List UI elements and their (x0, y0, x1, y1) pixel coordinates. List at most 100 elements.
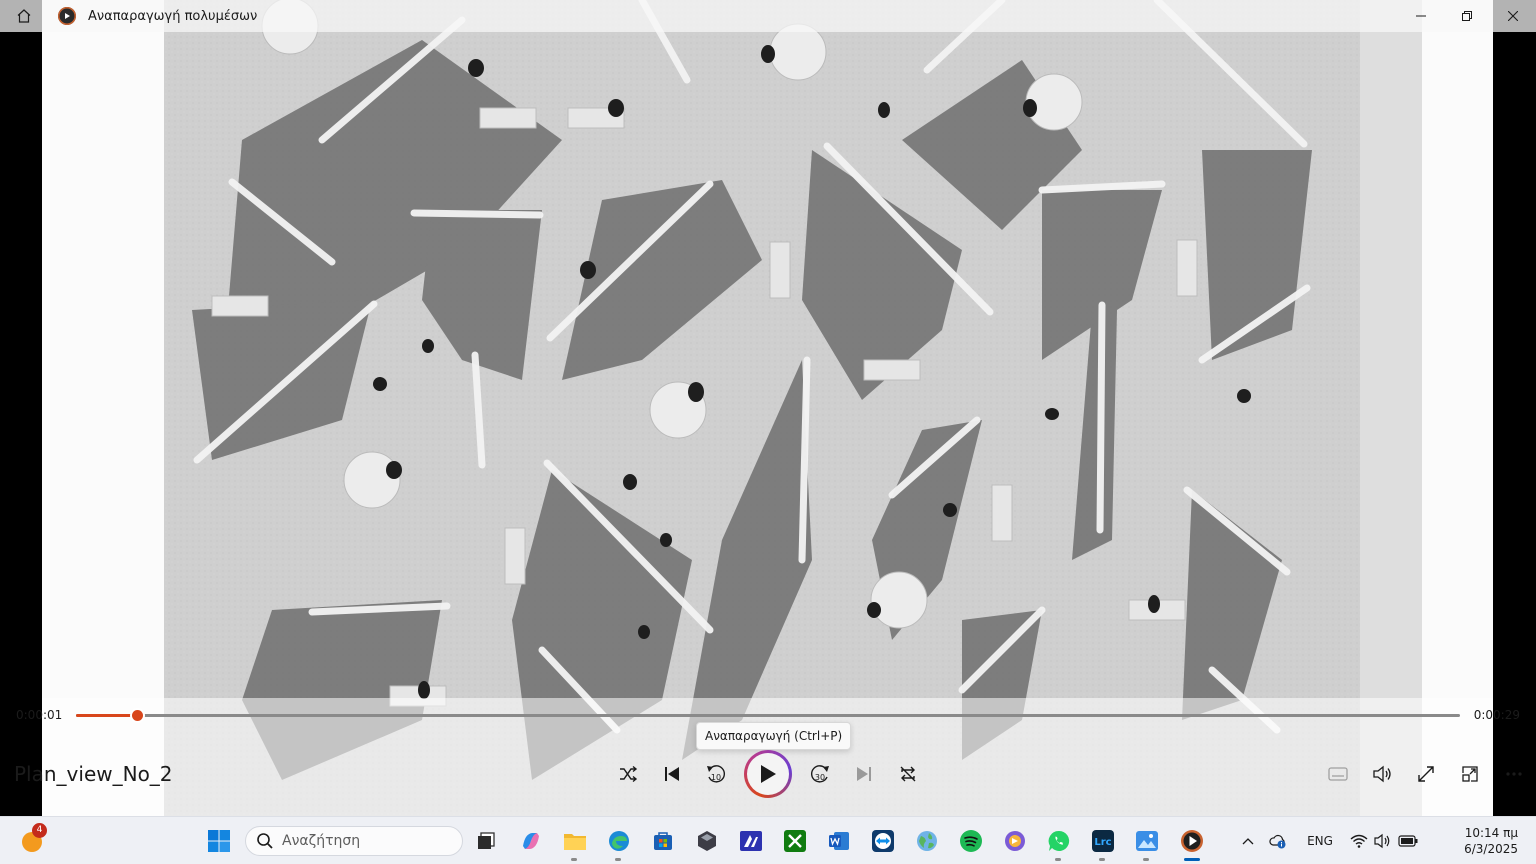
seek-progress (76, 714, 137, 717)
taskbar-whatsapp[interactable] (1043, 825, 1075, 861)
previous-button[interactable] (656, 758, 688, 790)
miniplayer-button[interactable] (1448, 758, 1492, 790)
weather-badge: 4 (32, 823, 47, 838)
globe-icon (917, 831, 937, 851)
copilot-icon (523, 833, 539, 849)
taskbar-file-explorer[interactable] (559, 825, 591, 861)
spotify-icon (960, 830, 982, 852)
screen: Αναπαραγωγή πολυμέσων 0:00:01 0:00:29 Αν… (0, 0, 1536, 864)
task-view-icon (478, 832, 495, 849)
search-icon (257, 833, 273, 849)
folder-icon (564, 834, 586, 850)
running-indicator (1055, 858, 1061, 861)
taskbar-lightroom[interactable]: Lrc (1087, 825, 1119, 861)
media-player-icon (1181, 830, 1203, 852)
shuffle-button[interactable] (612, 758, 644, 790)
taskbar-wireframe-app[interactable] (691, 825, 723, 857)
home-icon (17, 9, 31, 23)
total-time: 0:00:29 (1473, 708, 1520, 722)
lightroom-label: Lrc (1094, 837, 1111, 848)
taskbar-copilot[interactable] (515, 825, 547, 857)
tray-defender-button[interactable] (1266, 829, 1290, 853)
weather-widget[interactable]: 4 (20, 823, 47, 853)
taskbar-microsoft-store[interactable] (647, 825, 679, 857)
show-hidden-icons-button[interactable] (1236, 829, 1260, 853)
close-icon (1508, 11, 1518, 21)
taskbar-task-view[interactable] (470, 825, 502, 857)
taskbar-edge[interactable] (603, 825, 635, 861)
elapsed-time: 0:00:01 (16, 708, 63, 722)
clock-button[interactable]: 10:14 πμ 6/3/2025 (1464, 825, 1518, 857)
video-frame (0, 0, 1536, 816)
previous-icon (665, 767, 679, 781)
search-input[interactable] (282, 833, 452, 849)
minimize-button[interactable] (1398, 0, 1444, 32)
miniplayer-icon (1462, 766, 1478, 782)
seek-thumb[interactable] (131, 710, 143, 721)
repeat-icon (900, 766, 916, 782)
language-indicator[interactable]: ENG (1300, 829, 1340, 853)
rewind-10-icon: 10 (707, 765, 725, 783)
play-button-face (747, 753, 789, 795)
taskbar-word[interactable] (823, 825, 855, 857)
next-button[interactable] (848, 758, 880, 790)
location-app-icon (1005, 831, 1025, 851)
start-button[interactable] (203, 825, 235, 857)
rewind-10-button[interactable]: 10 (700, 758, 732, 790)
subtitles-button[interactable] (1316, 758, 1360, 790)
play-button[interactable] (744, 750, 792, 798)
cloud-info-icon (1269, 834, 1286, 849)
forward-30-label: 30 (815, 773, 825, 782)
window-title: Αναπαραγωγή πολυμέσων (88, 8, 258, 24)
forward-30-button[interactable]: 30 (804, 758, 836, 790)
system-tray: ENG 10:14 πμ 6/3/2025 (1236, 817, 1536, 864)
active-indicator (1184, 858, 1200, 861)
speaker-icon (1374, 833, 1390, 849)
lightroom-icon: Lrc (1092, 830, 1114, 852)
whatsapp-icon (1048, 830, 1070, 851)
running-indicator (615, 858, 621, 861)
xbox-icon (784, 830, 806, 852)
more-icon (1506, 772, 1522, 776)
restore-button[interactable] (1444, 0, 1490, 32)
volume-button[interactable] (1360, 758, 1404, 790)
shuffle-icon (620, 765, 638, 783)
seek-bar[interactable] (76, 710, 1460, 721)
running-indicator (1143, 858, 1149, 861)
running-indicator (571, 858, 577, 861)
play-tooltip: Αναπαραγωγή (Ctrl+P) (696, 722, 852, 750)
more-options-button[interactable] (1492, 758, 1536, 790)
window-controls (1398, 0, 1536, 32)
photos-icon (1136, 831, 1158, 851)
taskbar-spotify[interactable] (955, 825, 987, 857)
taskbar-media-player[interactable] (1176, 825, 1208, 861)
taskbar-search[interactable] (245, 826, 463, 856)
transport-controls: 10 30 (606, 748, 930, 800)
title-bar: Αναπαραγωγή πολυμέσων (0, 0, 1536, 32)
taskbar-teamviewer[interactable] (867, 825, 899, 857)
store-icon (654, 832, 672, 850)
running-indicator (1099, 858, 1105, 861)
home-button[interactable] (0, 0, 48, 32)
taskbar-location-app[interactable] (999, 825, 1031, 857)
close-button[interactable] (1490, 0, 1536, 32)
video-canvas[interactable] (42, 0, 1493, 816)
design-app-icon (740, 831, 762, 851)
teamviewer-icon (872, 830, 894, 852)
quick-settings-button[interactable] (1348, 829, 1420, 853)
wifi-icon (1350, 834, 1368, 848)
taskbar-xbox[interactable] (779, 825, 811, 857)
next-icon (857, 767, 871, 781)
fullscreen-button[interactable] (1404, 758, 1448, 790)
taskbar-globe-app[interactable] (911, 825, 943, 857)
clock-date: 6/3/2025 (1464, 842, 1518, 856)
chevron-up-icon (1242, 838, 1254, 845)
taskbar-design-app[interactable] (735, 825, 767, 857)
play-icon (761, 765, 776, 783)
forward-30-icon: 30 (811, 765, 829, 783)
clock-time: 10:14 πμ (1464, 826, 1518, 840)
repeat-button[interactable] (892, 758, 924, 790)
fullscreen-icon (1418, 766, 1434, 782)
taskbar-photos[interactable] (1131, 825, 1163, 861)
restore-icon (1462, 11, 1472, 21)
